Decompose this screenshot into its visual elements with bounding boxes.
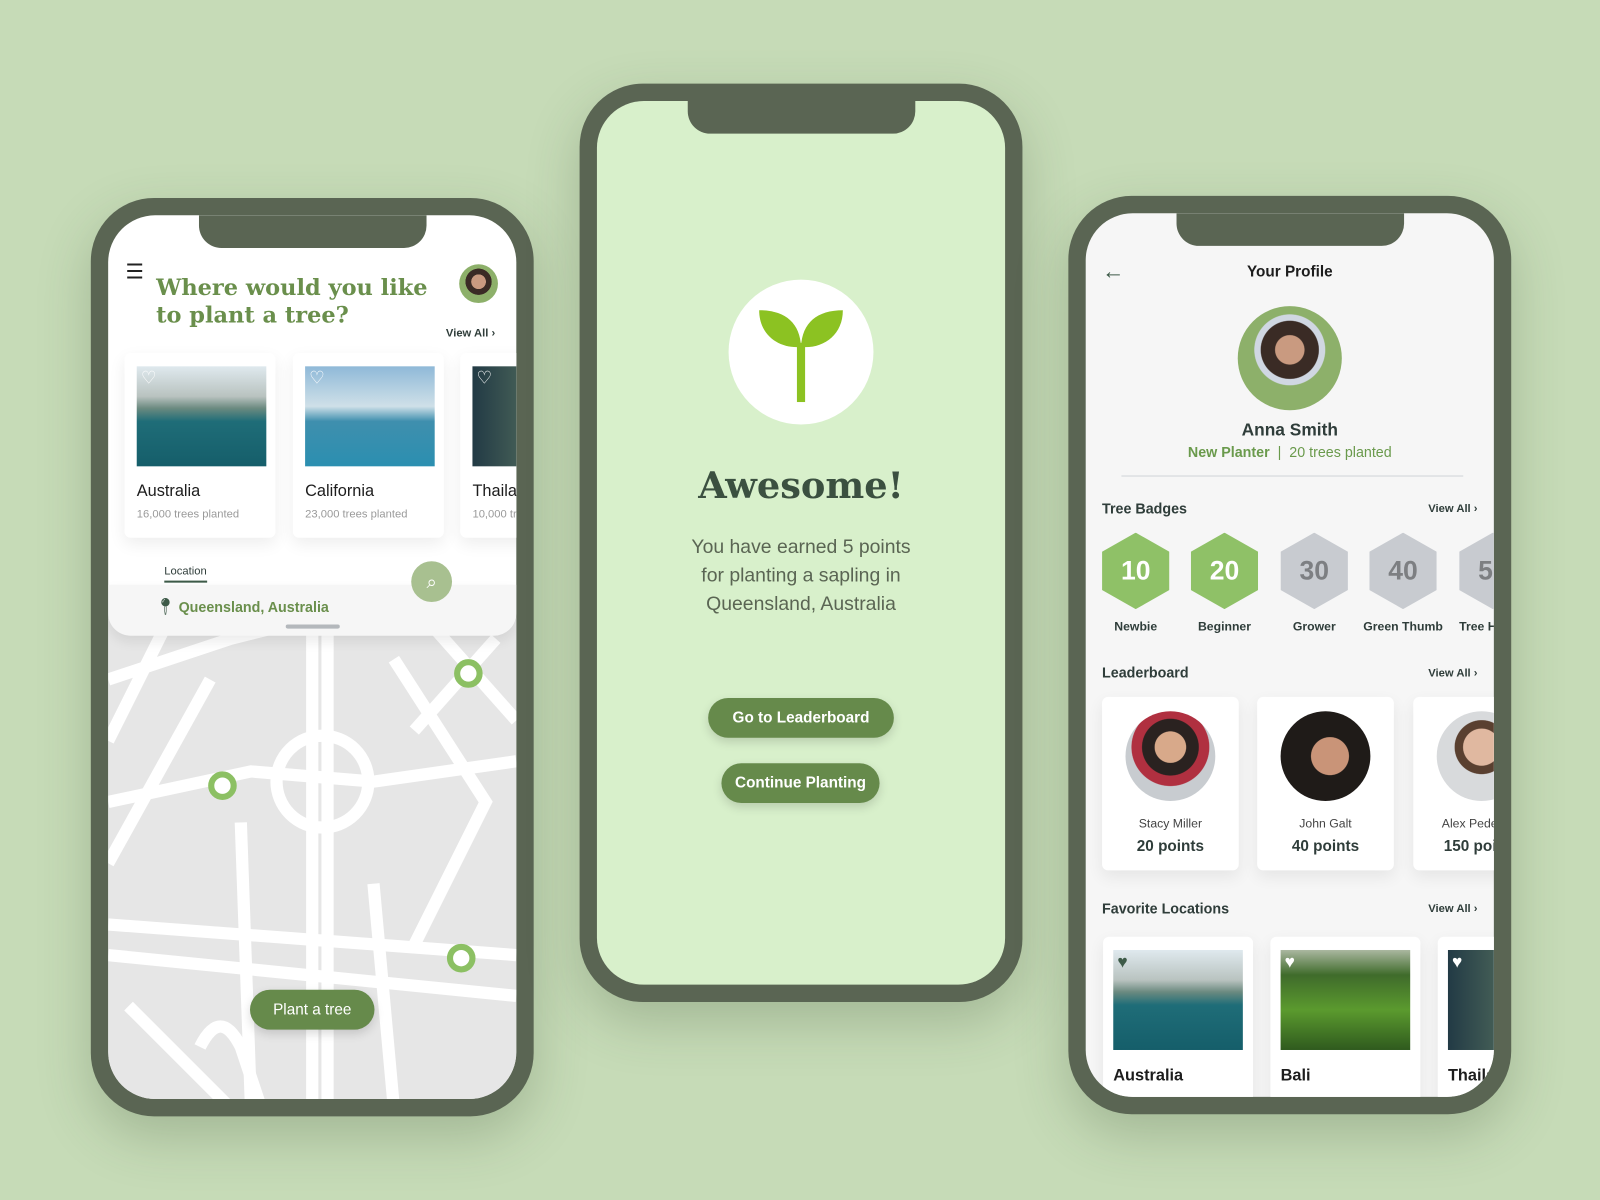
destination-trees: 16,000 trees planted — [136, 508, 240, 521]
drag-handle[interactable] — [285, 624, 340, 629]
destination-name: Australia — [136, 482, 201, 500]
location-name: Australia — [1113, 1067, 1184, 1085]
destination-image: ♡ — [472, 366, 517, 467]
separator: | — [1277, 443, 1282, 461]
view-all-link[interactable]: View All › — [1428, 903, 1477, 915]
notch — [687, 101, 916, 134]
search-icon: ⌕ — [426, 570, 437, 592]
badge-label: Green Thumb — [1363, 619, 1443, 634]
heart-filled-icon[interactable]: ♥ — [1285, 952, 1295, 972]
view-all-link[interactable]: View All › — [446, 328, 495, 340]
heart-filled-icon[interactable]: ♥ — [1117, 952, 1127, 972]
badge[interactable]: 30 — [1280, 532, 1348, 610]
badge-label: Tree Hugger — [1459, 619, 1494, 634]
favorite-card[interactable]: ♥ Thailand — [1437, 936, 1494, 1097]
destination-card[interactable]: ♡ Australia 16,000 trees planted — [124, 353, 276, 538]
section-title: Favorite Locations — [1102, 899, 1230, 917]
leader-avatar — [1280, 711, 1371, 802]
search-button[interactable]: ⌕ — [411, 561, 453, 603]
view-all-link[interactable]: View All › — [1428, 503, 1477, 515]
map-marker[interactable] — [208, 771, 237, 800]
destination-card[interactable]: ♡ Thailand 10,000 trees planted — [460, 353, 517, 538]
profile-name: Anna Smith — [1241, 420, 1338, 440]
badge[interactable]: 10 — [1102, 532, 1170, 610]
destination-card[interactable]: ♡ California 23,000 trees planted — [292, 353, 444, 538]
leader-points: 20 points — [1136, 837, 1204, 856]
profile-stats: New Planter | 20 trees planted — [1086, 444, 1494, 460]
title-line: Where would you like — [156, 274, 428, 302]
page-title: Your Profile — [1246, 263, 1333, 281]
destination-trees: 23,000 trees planted — [305, 508, 408, 521]
badge-label: Grower — [1292, 619, 1336, 634]
phone-profile: ← Your Profile Anna Smith New Planter | … — [1068, 195, 1512, 1115]
phone-success: Awesome! You have earned 5 points for pl… — [579, 83, 1023, 1003]
notch — [198, 215, 427, 248]
avatar[interactable] — [459, 264, 498, 304]
leader-points: 40 points — [1291, 837, 1360, 856]
message-line: You have earned 5 points — [691, 536, 911, 559]
badge-label: Newbie — [1114, 619, 1158, 634]
title-line: to plant a tree? — [156, 302, 349, 329]
heart-outline-icon[interactable]: ♡ — [477, 368, 493, 388]
phone-explore: ☰ Where would you like to plant a tree? … — [90, 197, 534, 1117]
message-line: for planting a sapling in — [701, 565, 901, 587]
page-title: Where would you like to plant a tree? — [156, 274, 427, 329]
badge[interactable]: 20 — [1190, 532, 1259, 610]
heart-outline-icon[interactable]: ♡ — [141, 368, 157, 388]
leaderboard-card[interactable]: John Galt 40 points — [1257, 696, 1394, 871]
destination-name: Thailand — [472, 482, 517, 500]
badge[interactable]: 50 — [1459, 532, 1494, 610]
location-image: ♥ — [1113, 949, 1243, 1050]
location-value[interactable]: Queensland, Australia — [179, 599, 329, 615]
success-screen: Awesome! You have earned 5 points for pl… — [596, 101, 1006, 985]
profile-trees: 20 trees planted — [1289, 443, 1392, 461]
go-to-leaderboard-button[interactable]: Go to Leaderboard — [708, 697, 894, 738]
heart-outline-icon[interactable]: ♡ — [309, 368, 325, 388]
sprout-badge — [728, 279, 874, 425]
success-heading: Awesome! — [698, 464, 904, 508]
destination-image: ♡ — [305, 366, 435, 467]
destination-trees: 10,000 trees planted — [472, 508, 517, 521]
profile-rank: New Planter — [1187, 443, 1270, 461]
destination-image: ♡ — [136, 366, 267, 467]
leaderboard-card[interactable]: Alex Pedersen 150 points — [1413, 696, 1494, 871]
favorite-card[interactable]: ♥ Australia — [1103, 936, 1254, 1097]
heart-filled-icon[interactable]: ♥ — [1452, 952, 1462, 972]
map-marker[interactable] — [454, 659, 483, 688]
badge-label: Beginner — [1197, 619, 1252, 634]
badge[interactable]: 40 — [1369, 532, 1437, 610]
explore-screen: ☰ Where would you like to plant a tree? … — [108, 215, 517, 1099]
location-image: ♥ — [1280, 949, 1411, 1050]
leader-name: Stacy Miller — [1138, 816, 1203, 831]
notch — [1176, 213, 1405, 246]
profile-screen: ← Your Profile Anna Smith New Planter | … — [1085, 213, 1494, 1097]
view-all-link[interactable]: View All › — [1428, 667, 1477, 679]
leader-avatar — [1436, 711, 1494, 802]
plant-tree-button[interactable]: Plant a tree — [249, 989, 375, 1030]
continue-planting-button[interactable]: Continue Planting — [721, 763, 880, 804]
message-line: Queensland, Australia — [706, 593, 896, 616]
location-name: Bali — [1280, 1067, 1311, 1085]
profile-avatar[interactable] — [1237, 306, 1342, 411]
divider — [1121, 475, 1464, 477]
leader-name: John Galt — [1299, 816, 1352, 831]
leader-avatar — [1125, 711, 1216, 802]
destination-name: California — [305, 482, 375, 500]
leaderboard-card[interactable]: Stacy Miller 20 points — [1102, 696, 1239, 871]
location-image: ♥ — [1447, 949, 1494, 1050]
stage: ☰ Where would you like to plant a tree? … — [0, 0, 1600, 1200]
location-pin-icon: 📍︎ — [155, 598, 176, 617]
location-name: Thailand — [1447, 1067, 1494, 1085]
menu-icon[interactable]: ☰ — [126, 259, 144, 285]
map-marker[interactable] — [446, 943, 476, 973]
sprout-icon — [759, 310, 843, 403]
leader-points: 150 points — [1443, 837, 1494, 856]
section-title: Tree Badges — [1102, 499, 1187, 517]
favorite-card[interactable]: ♥ Bali — [1270, 936, 1421, 1097]
success-message: You have earned 5 points for planting a … — [597, 534, 1005, 620]
section-title: Leaderboard — [1102, 664, 1189, 681]
location-tab[interactable]: Location — [164, 565, 207, 583]
leader-name: Alex Pedersen — [1441, 816, 1494, 831]
